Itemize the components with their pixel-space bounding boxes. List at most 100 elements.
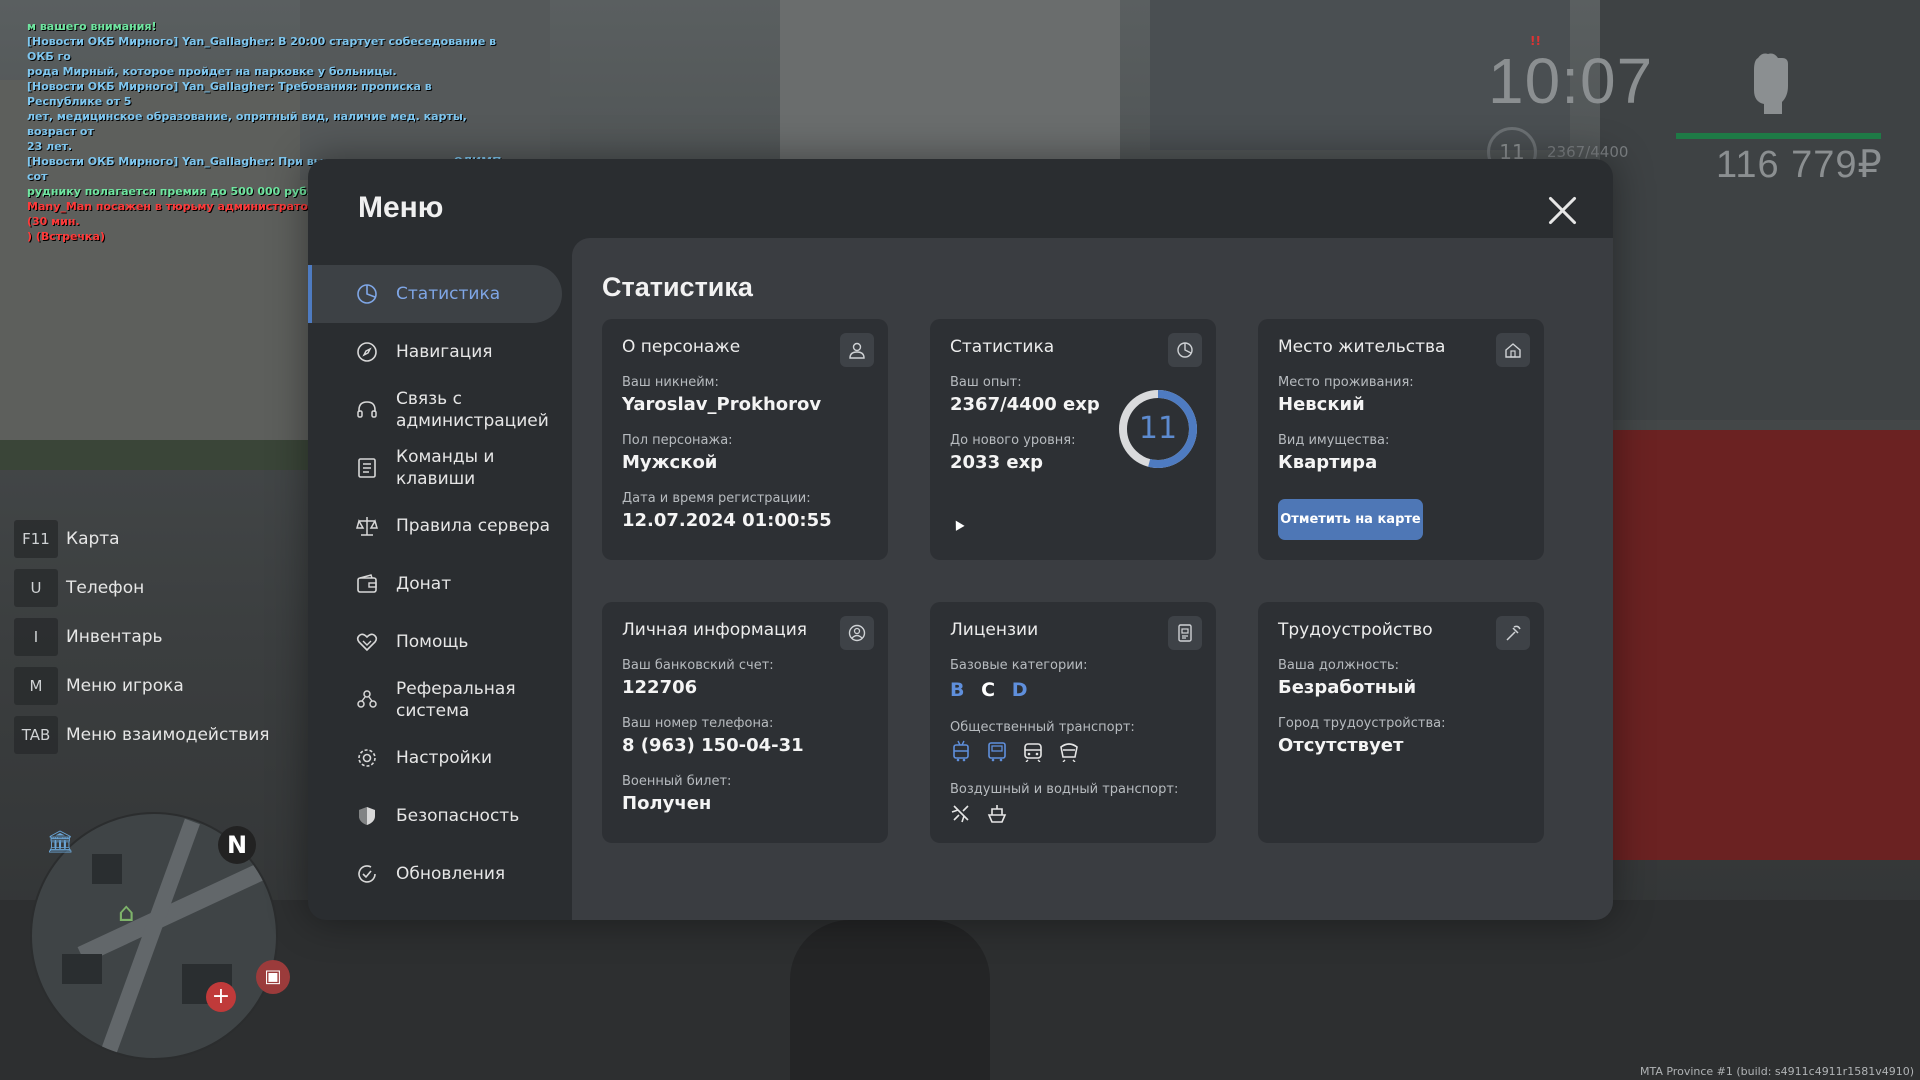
content-panel: Статистика О персонаже Ваш никнейм: Yaro… (572, 238, 1613, 920)
card-title: Трудоустройство (1278, 620, 1433, 640)
menu-modal: Меню Статистика Навигация Связь с админи… (308, 159, 1613, 920)
content-title: Статистика (602, 272, 753, 302)
position-value: Безработный (1278, 677, 1417, 698)
sidebar-item-referral[interactable]: Реферальная система (308, 671, 562, 729)
sidebar-item-label: Связь с администрацией (396, 389, 549, 431)
tram-icon (1022, 740, 1044, 763)
people-icon (356, 689, 378, 711)
chat-line: м вашего внимания! (27, 20, 157, 33)
sidebar-item-security[interactable]: Безопасность (308, 787, 562, 845)
sidebar-item-admin-contact[interactable]: Связь с администрацией (308, 381, 562, 439)
card-licenses: Лицензии Базовые категории: B C D Общест… (930, 602, 1216, 843)
compass-icon (356, 341, 378, 363)
wallet-icon (356, 573, 378, 595)
card-title: Личная информация (622, 620, 808, 640)
exp-label: Ваш опыт: (950, 375, 1022, 390)
bank-account-value: 122706 (622, 677, 698, 698)
sidebar-item-navigation[interactable]: Навигация (308, 323, 562, 381)
sidebar-item-label: Статистика (396, 284, 501, 304)
bus-icon (986, 740, 1008, 762)
nickname-value: Yaroslav_Prokhorov (622, 394, 822, 415)
sidebar-item-label: Безопасность (396, 806, 520, 826)
license-category: C (981, 679, 996, 701)
hint-label: Карта (66, 529, 120, 549)
hint-key: U (14, 569, 58, 607)
list-icon (356, 457, 378, 479)
license-category: B (950, 679, 965, 701)
hint-key: F11 (14, 520, 58, 558)
next-level-value: 2033 exp (950, 452, 1044, 473)
chat-line: лет, медицинское образование, опрятный в… (27, 110, 467, 138)
sidebar-item-commands[interactable]: Команды и клавиши (308, 439, 562, 497)
sidebar-item-label: Навигация (396, 342, 493, 362)
handshake-icon (356, 631, 378, 653)
next-level-label: До нового уровня: (950, 433, 1076, 448)
card-personal-info: Личная информация Ваш банковский счет: 1… (602, 602, 888, 843)
shop-icon: ▣ (256, 960, 290, 994)
hint-label: Телефон (66, 578, 145, 598)
card-title: Лицензии (950, 620, 1039, 640)
hud-clock: 10:07 (1488, 45, 1654, 117)
chat-line: 23 лет. (27, 140, 73, 153)
public-transport-label: Общественный транспорт: (950, 720, 1135, 735)
sidebar-item-rules[interactable]: Правила сервера (308, 497, 562, 555)
sidebar-item-label: Правила сервера (396, 516, 551, 536)
pie-chart-icon (356, 283, 378, 305)
close-icon[interactable] (1545, 194, 1579, 228)
position-label: Ваша должность: (1278, 658, 1400, 673)
card-statistics: Статистика Ваш опыт: 2367/4400 exp До но… (930, 319, 1216, 560)
military-id-label: Военный билет: (622, 774, 732, 789)
sidebar-item-donate[interactable]: Донат (308, 555, 562, 613)
hint-key: M (14, 667, 58, 705)
sidebar-item-help[interactable]: Помощь (308, 613, 562, 671)
document-icon (1168, 616, 1202, 650)
home-icon (1496, 333, 1530, 367)
sidebar-item-statistics[interactable]: Статистика (308, 265, 562, 323)
base-categories-label: Базовые категории: (950, 658, 1088, 673)
hint-key: TAB (14, 716, 58, 754)
menu-sidebar: Статистика Навигация Связь с администрац… (308, 265, 568, 903)
card-about-character: О персонаже Ваш никнейм: Yaroslav_Prokho… (602, 319, 888, 560)
residence-place-label: Место проживания: (1278, 375, 1414, 390)
hud-money: 116 779₽ (1716, 144, 1883, 186)
gear-icon (356, 747, 378, 769)
subway-icon (1058, 740, 1080, 763)
card-employment: Трудоустройство Ваша должность: Безработ… (1258, 602, 1544, 843)
build-info: MTA Province #1 (build: s4911c4911r1581v… (1639, 1065, 1914, 1078)
air-water-transport-label: Воздушный и водный транспорт: (950, 782, 1179, 797)
residence-place-value: Невский (1278, 394, 1365, 415)
headset-icon (356, 399, 378, 421)
sidebar-item-label: Обновления (396, 864, 506, 884)
scales-icon (356, 515, 378, 537)
bank-account-label: Ваш банковский счет: (622, 658, 774, 673)
card-title: Статистика (950, 337, 1055, 357)
bank-icon: 🏛 (46, 830, 74, 855)
registration-value: 12.07.2024 01:00:55 (622, 510, 832, 531)
user-circle-icon (840, 616, 874, 650)
gender-label: Пол персонажа: (622, 433, 733, 448)
registration-label: Дата и время регистрации: (622, 491, 811, 506)
mark-on-map-button[interactable]: Отметить на карте (1278, 499, 1423, 540)
chat-line: рода Мирный, которое пройдет на парковке… (27, 65, 397, 78)
refresh-check-icon (356, 863, 378, 885)
license-categories: B C D (950, 679, 1037, 701)
sidebar-item-label: Команды и клавиши (396, 447, 495, 489)
sidebar-item-label: Реферальная система (396, 679, 516, 721)
military-id-value: Получен (622, 793, 712, 814)
card-title: Место жительства (1278, 337, 1446, 357)
sidebar-item-label: Помощь (396, 632, 469, 652)
north-marker: N (218, 826, 256, 864)
gender-value: Мужской (622, 452, 718, 473)
hint-label: Меню игрока (66, 676, 184, 696)
sidebar-item-updates[interactable]: Обновления (308, 845, 562, 903)
shield-icon (356, 805, 378, 827)
fist-icon (1748, 50, 1792, 114)
license-category: D (1011, 679, 1028, 701)
user-icon (840, 333, 874, 367)
card-title: О персонаже (622, 337, 741, 357)
plane-icon (950, 802, 972, 824)
sidebar-item-settings[interactable]: Настройки (308, 729, 562, 787)
sidebar-item-label: Настройки (396, 748, 493, 768)
public-transport-icons (950, 740, 1080, 763)
exp-value: 2367/4400 exp (950, 394, 1100, 415)
